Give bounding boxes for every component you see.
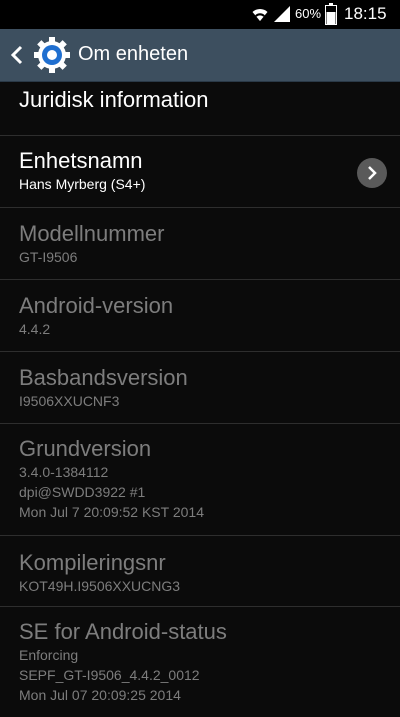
- list-item-grundversion: Grundversion 3.4.0-1384112 dpi@SWDD3922 …: [0, 424, 400, 536]
- item-title: Grundversion: [19, 436, 152, 461]
- list-item-enhetsnamn[interactable]: Enhetsnamn Hans Myrberg (S4+): [0, 136, 400, 208]
- item-value: Mon Jul 7 20:09:52 KST 2014: [19, 504, 204, 520]
- chevron-right-icon[interactable]: [357, 158, 387, 188]
- battery-icon: [325, 3, 337, 25]
- settings-gear-icon: [34, 37, 70, 73]
- item-value: Hans Myrberg (S4+): [19, 176, 146, 192]
- list-item-basbandsversion: Basbandsversion I9506XXUCNF3: [0, 352, 400, 424]
- item-title: SE for Android-status: [19, 619, 227, 644]
- status-bar: 60% 18:15: [0, 0, 400, 29]
- back-button[interactable]: [4, 29, 76, 81]
- item-title: Android-version: [19, 293, 174, 318]
- item-value: KOT49H.I9506XXUCNG3: [19, 578, 181, 594]
- list-item-se-for-android-status: SE for Android-status Enforcing SEPF_GT-…: [0, 607, 400, 717]
- status-time: 18:15: [344, 4, 387, 23]
- settings-list: Juridisk information Enhetsnamn Hans Myr…: [0, 82, 400, 717]
- item-value: 4.4.2: [19, 321, 51, 337]
- item-title: Juridisk information: [19, 87, 209, 112]
- action-bar: Om enheten: [0, 29, 400, 82]
- item-value: Mon Jul 07 20:09:25 2014: [19, 687, 181, 703]
- item-title: Modellnummer: [19, 221, 165, 246]
- item-title: Kompileringsnr: [19, 550, 166, 575]
- item-title: Basbandsversion: [19, 365, 188, 390]
- list-item-android-version: Android-version 4.4.2: [0, 280, 400, 352]
- item-value: dpi@SWDD3922 #1: [19, 484, 146, 500]
- item-value: SEPF_GT-I9506_4.4.2_0012: [19, 667, 200, 683]
- wifi-icon: [252, 9, 268, 21]
- item-title: Enhetsnamn: [19, 148, 143, 173]
- item-value: Enforcing: [19, 647, 79, 663]
- list-item-juridisk-information[interactable]: Juridisk information: [0, 82, 400, 136]
- list-item-modellnummer: Modellnummer GT-I9506: [0, 208, 400, 280]
- item-value: 3.4.0-1384112: [19, 464, 109, 480]
- battery-percent: 60%: [295, 6, 322, 21]
- signal-icon: [274, 6, 290, 22]
- item-value: I9506XXUCNF3: [19, 393, 120, 409]
- chevron-left-icon: [10, 45, 23, 65]
- page-title: Om enheten: [78, 43, 189, 65]
- item-value: GT-I9506: [19, 249, 78, 265]
- list-item-kompileringsnr: Kompileringsnr KOT49H.I9506XXUCNG3: [0, 536, 400, 607]
